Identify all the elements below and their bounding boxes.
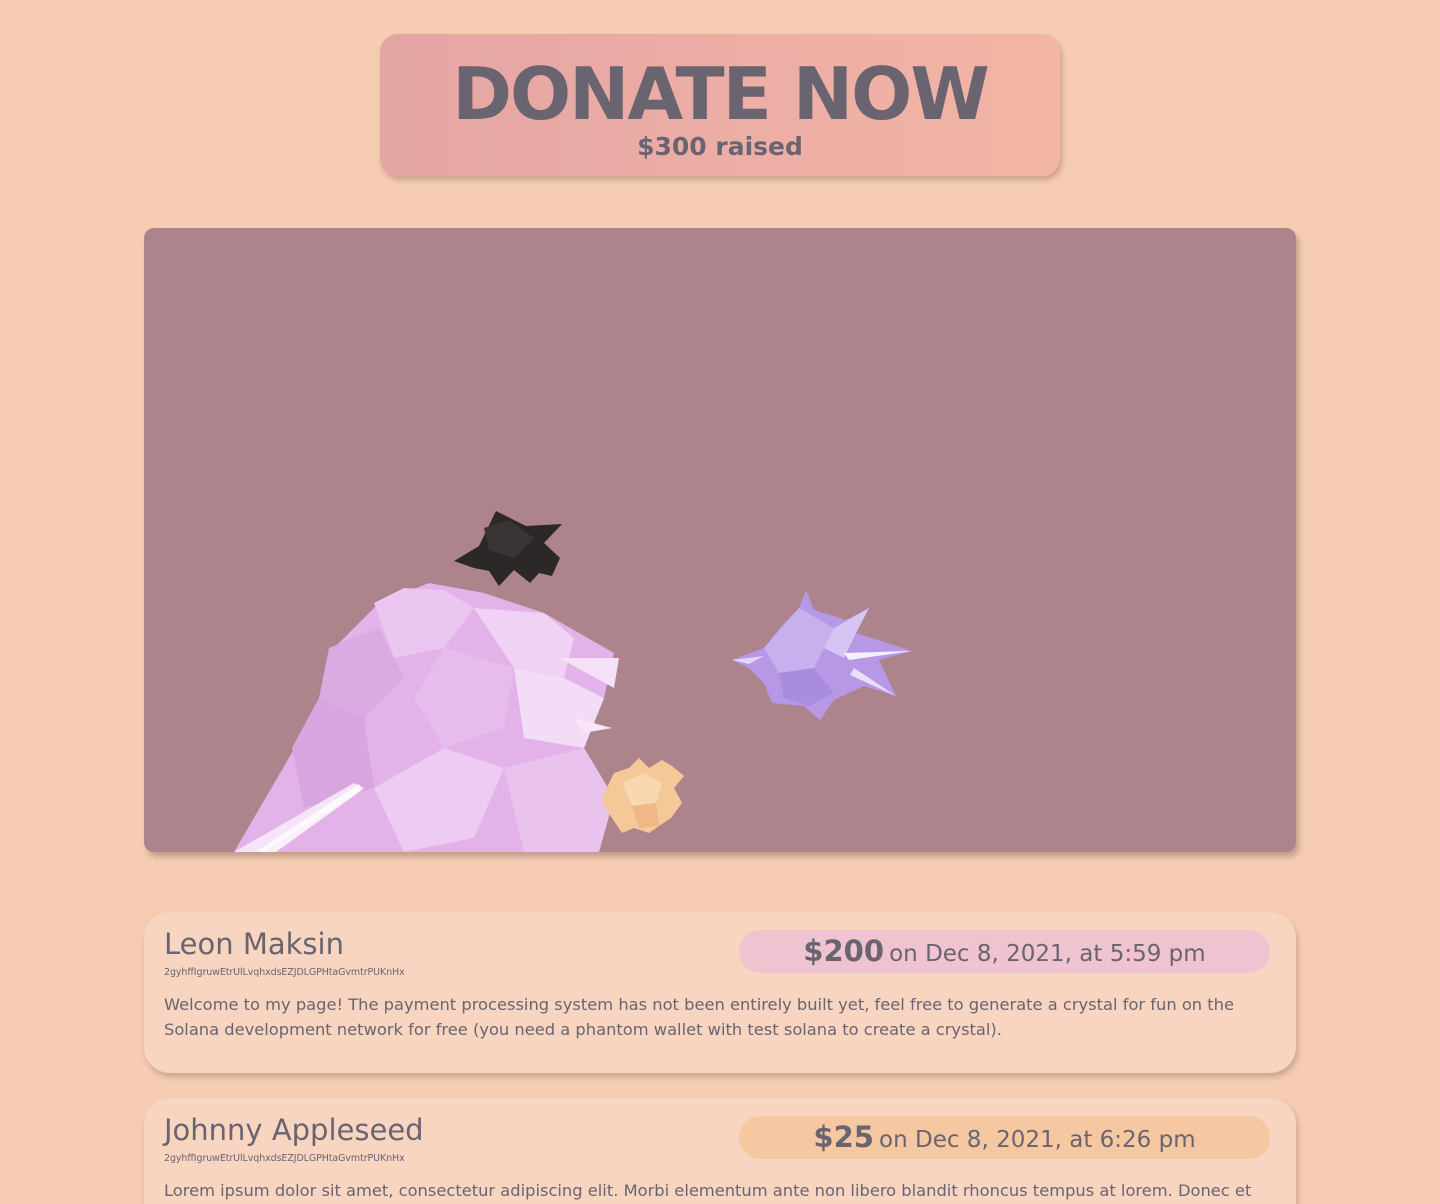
dark-crystal [454, 511, 562, 586]
donation-amount-pill: $25 on Dec 8, 2021, at 6:26 pm [739, 1116, 1270, 1159]
crystal-scene [234, 511, 912, 852]
donate-now-label: DONATE NOW [452, 52, 990, 136]
donation-date: on Dec 8, 2021, at 6:26 pm [879, 1127, 1196, 1153]
crystal-3d-canvas[interactable] [144, 228, 1296, 852]
donation-message: Lorem ipsum dolor sit amet, consectetur … [164, 1181, 1252, 1200]
donation-amount-pill: $200 on Dec 8, 2021, at 5:59 pm [739, 930, 1270, 973]
donor-name: Johnny Appleseed [164, 1113, 424, 1147]
donor-wallet-address: 2gyhffIgruwEtrUlLvqhxdsEZJDLGPHtaGvmtrPU… [164, 967, 405, 978]
amount-raised: $300 raised [637, 132, 803, 161]
donation-card: Leon Maksin 2gyhffIgruwEtrUlLvqhxdsEZJDL… [144, 912, 1296, 1073]
orange-crystal [601, 758, 684, 833]
donor-name: Leon Maksin [164, 927, 344, 961]
donate-now-button[interactable]: DONATE NOW $300 raised [380, 34, 1060, 176]
donation-amount: $200 [803, 934, 885, 968]
donor-wallet-address: 2gyhffIgruwEtrUlLvqhxdsEZJDLGPHtaGvmtrPU… [164, 1153, 405, 1164]
donation-message: Welcome to my page! The payment processi… [164, 995, 1234, 1039]
donation-card: Johnny Appleseed 2gyhffIgruwEtrUlLvqhxds… [144, 1098, 1296, 1204]
donation-date: on Dec 8, 2021, at 5:59 pm [889, 941, 1206, 967]
purple-crystal [732, 590, 912, 720]
donation-amount: $25 [813, 1120, 874, 1154]
pink-crystal [234, 583, 619, 852]
